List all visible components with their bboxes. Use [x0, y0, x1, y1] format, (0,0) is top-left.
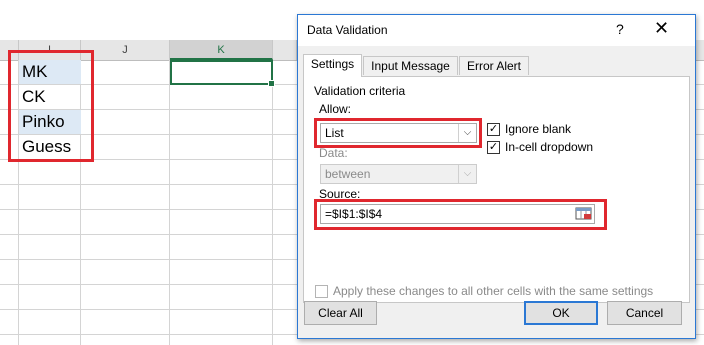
help-button[interactable]: ?: [616, 21, 624, 37]
ok-button[interactable]: OK: [524, 301, 598, 325]
dialog-title: Data Validation: [307, 23, 388, 37]
column-header-l[interactable]: [273, 40, 297, 60]
cancel-button[interactable]: Cancel: [607, 301, 682, 325]
source-highlight: [314, 199, 607, 230]
validation-criteria-heading: Validation criteria: [314, 84, 406, 98]
grid-line: [272, 60, 273, 345]
allow-label: Allow:: [319, 102, 352, 116]
data-dropdown: between ⌵: [320, 164, 477, 184]
ignore-blank-label: Ignore blank: [505, 122, 572, 136]
in-cell-dropdown-label: In-cell dropdown: [505, 140, 594, 154]
tab-input-message[interactable]: Input Message: [363, 56, 458, 75]
data-value: between: [325, 167, 371, 181]
close-button[interactable]: ✕: [654, 18, 669, 39]
chevron-down-icon: ⌵: [458, 165, 476, 183]
apply-all-checkbox: [315, 285, 328, 298]
tab-error-alert[interactable]: Error Alert: [459, 56, 529, 75]
settings-panel: Validation criteria Allow: List ⌵ ✓ Igno…: [303, 76, 690, 303]
data-validation-dialog: Data Validation ? ✕ Settings Input Messa…: [297, 14, 696, 339]
fill-handle[interactable]: [268, 80, 275, 87]
column-header-k[interactable]: K: [170, 40, 273, 60]
tab-settings[interactable]: Settings: [303, 54, 362, 77]
checkmark-icon: ✓: [488, 123, 499, 135]
dialog-titlebar: Data Validation ? ✕: [298, 15, 695, 46]
source-range-highlight: [8, 50, 94, 162]
grid-line: [169, 60, 170, 345]
column-header-j[interactable]: J: [81, 40, 170, 60]
allow-highlight: [314, 118, 482, 148]
clear-all-button[interactable]: Clear All: [304, 301, 377, 325]
data-label: Data:: [319, 146, 348, 160]
selected-cell-k1[interactable]: [170, 60, 275, 87]
apply-all-label: Apply these changes to all other cells w…: [333, 284, 654, 298]
in-cell-dropdown-checkbox[interactable]: ✓: [487, 141, 500, 154]
ignore-blank-checkbox[interactable]: ✓: [487, 123, 500, 136]
checkmark-icon: ✓: [488, 141, 499, 153]
